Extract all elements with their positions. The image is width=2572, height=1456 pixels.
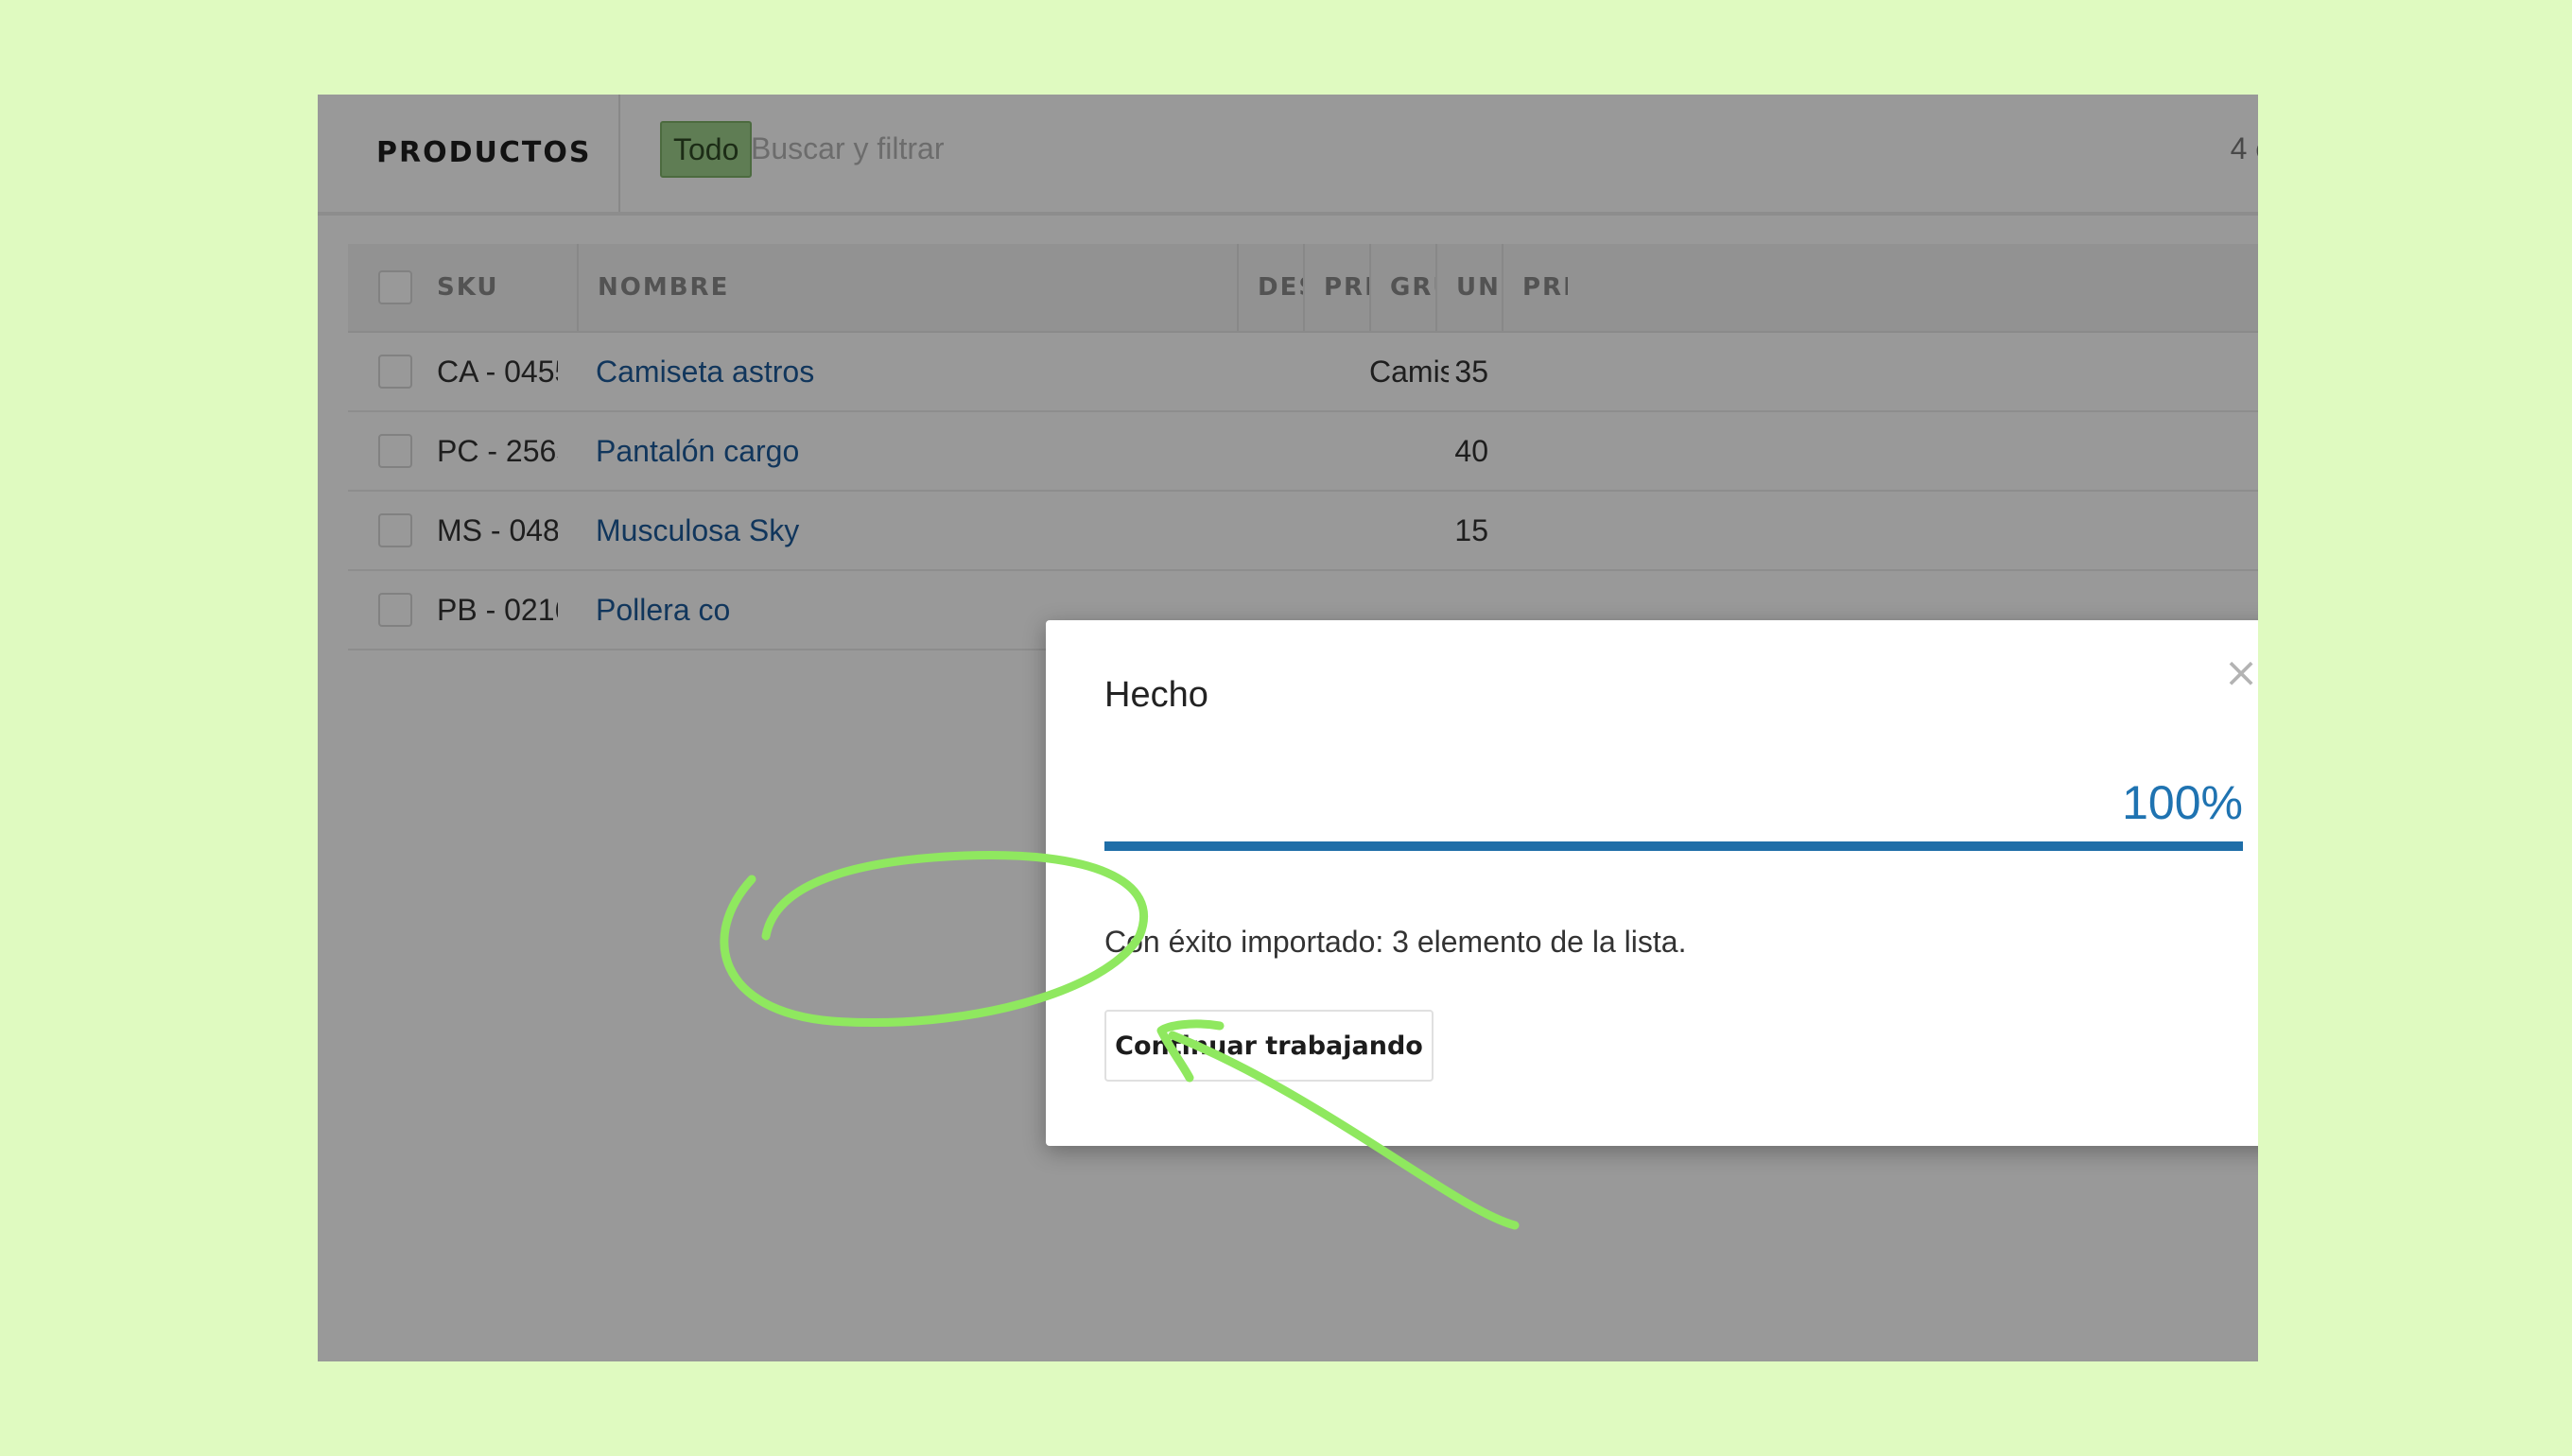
progress-bar <box>1104 841 2243 851</box>
import-result-dialog: Hecho × 100% Con éxito importado: 3 elem… <box>1046 620 2258 1146</box>
progress-percentage: 100% <box>2122 776 2243 829</box>
progress-bar-fill <box>1104 841 2243 851</box>
app-window: PRODUCTOS Todo Buscar y filtrar 4 ele SK… <box>318 95 2258 1361</box>
close-icon[interactable]: × <box>2218 650 2258 696</box>
import-status-message: Con éxito importado: 3 elemento de la li… <box>1104 925 1687 959</box>
dialog-title: Hecho <box>1104 675 1208 715</box>
continue-working-button[interactable]: Continuar trabajando <box>1104 1010 1434 1082</box>
